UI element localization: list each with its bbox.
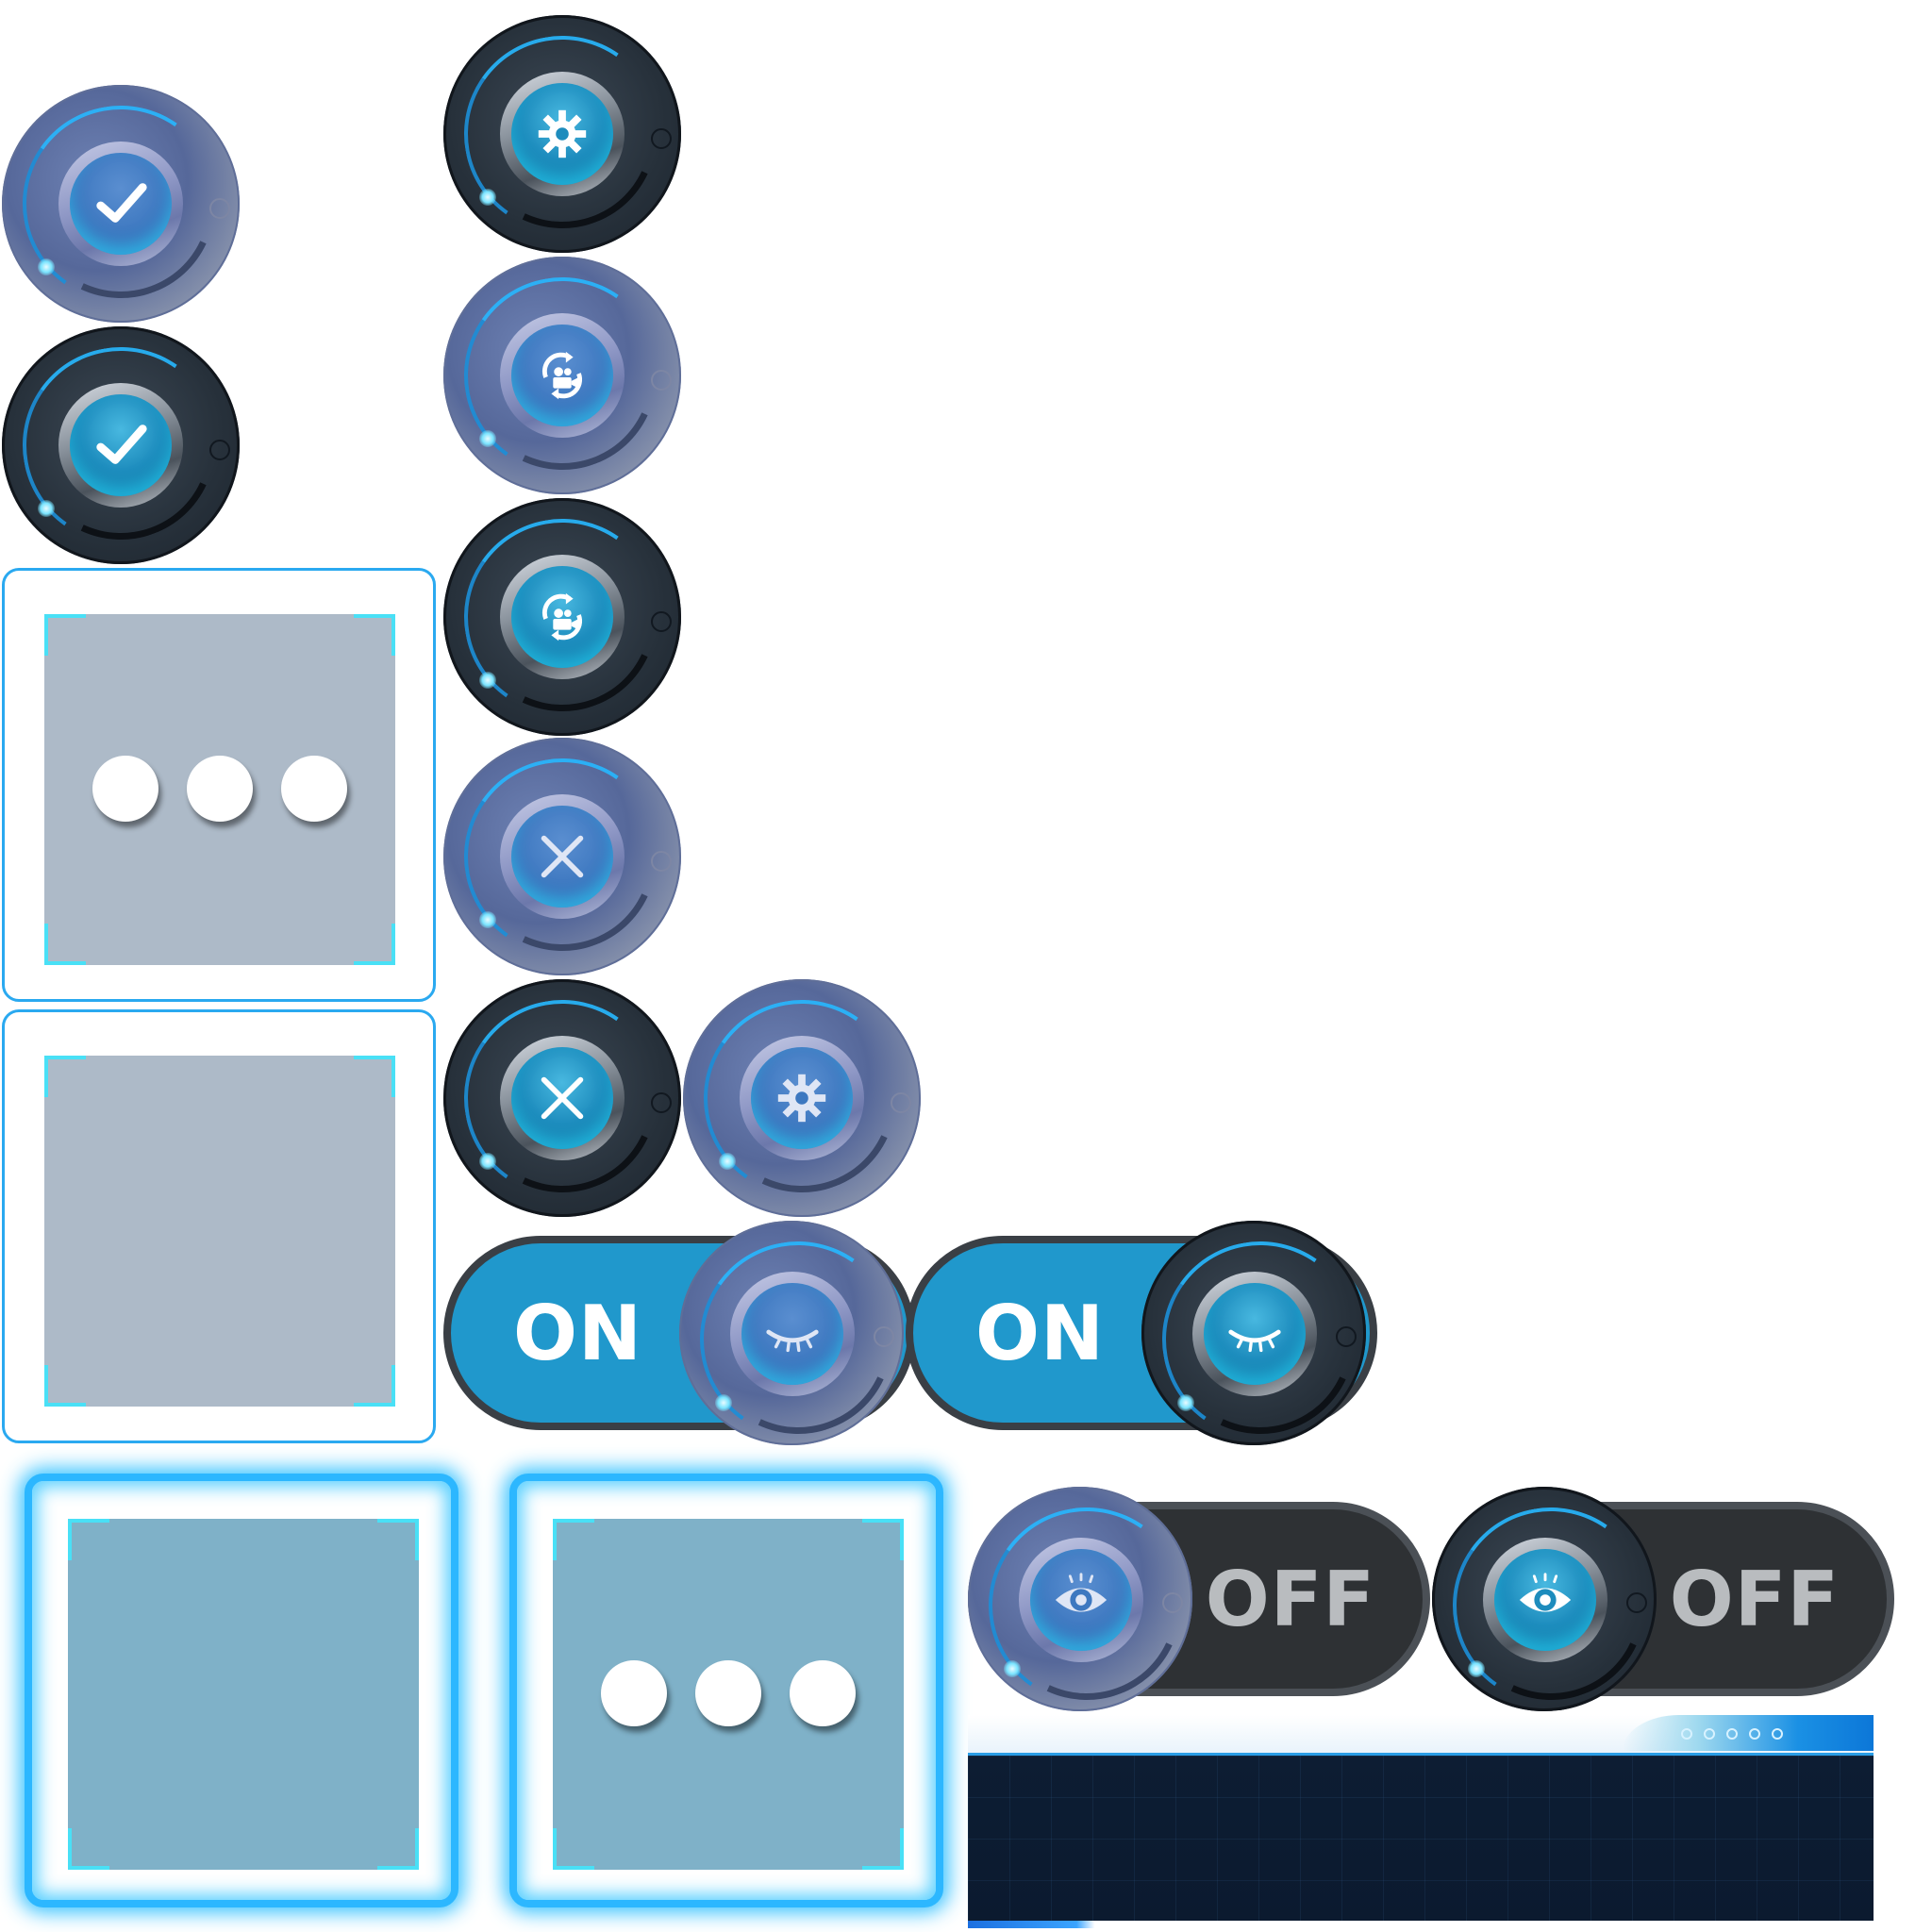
eye-open-icon bbox=[1519, 1573, 1572, 1612]
more-dots-icon bbox=[553, 1660, 904, 1726]
toggle-knob[interactable] bbox=[965, 1484, 1208, 1727]
eye-closed-icon bbox=[1228, 1329, 1281, 1353]
camera-swap-icon bbox=[541, 592, 583, 641]
close-button[interactable] bbox=[441, 976, 684, 1220]
settings-button-hover[interactable] bbox=[680, 976, 924, 1220]
close-button-hover[interactable] bbox=[441, 735, 684, 978]
toggle-off-label: OFF bbox=[1205, 1555, 1375, 1643]
check-icon bbox=[96, 183, 147, 223]
progress-strip bbox=[968, 1921, 1874, 1928]
empty-slot-panel[interactable] bbox=[2, 1009, 436, 1443]
gear-icon bbox=[538, 109, 587, 158]
switch-camera-button[interactable] bbox=[441, 495, 684, 739]
toggle-on-label: ON bbox=[975, 1289, 1105, 1377]
content-panel bbox=[968, 1753, 1874, 1922]
settings-button[interactable] bbox=[441, 12, 684, 256]
window-controls[interactable] bbox=[1681, 1728, 1783, 1740]
toggle-on-label: ON bbox=[513, 1289, 642, 1377]
gear-icon bbox=[777, 1074, 826, 1123]
eye-open-icon bbox=[1055, 1573, 1108, 1612]
close-icon bbox=[541, 835, 584, 878]
confirm-button[interactable] bbox=[0, 324, 242, 567]
toggle-off-label: OFF bbox=[1669, 1555, 1840, 1643]
toggle-knob[interactable] bbox=[676, 1218, 920, 1461]
more-options-panel[interactable] bbox=[2, 568, 436, 1002]
eye-closed-icon bbox=[766, 1329, 819, 1353]
check-icon bbox=[96, 425, 147, 464]
toggle-knob[interactable] bbox=[1429, 1484, 1673, 1727]
confirm-button-hover[interactable] bbox=[0, 82, 242, 325]
more-options-panel-active[interactable] bbox=[509, 1474, 943, 1907]
empty-slot-panel-active[interactable] bbox=[25, 1474, 458, 1907]
switch-camera-button-hover[interactable] bbox=[441, 254, 684, 497]
close-icon bbox=[541, 1076, 584, 1120]
camera-swap-icon bbox=[541, 351, 583, 400]
more-dots-icon bbox=[44, 756, 395, 822]
toggle-knob[interactable] bbox=[1139, 1218, 1382, 1461]
